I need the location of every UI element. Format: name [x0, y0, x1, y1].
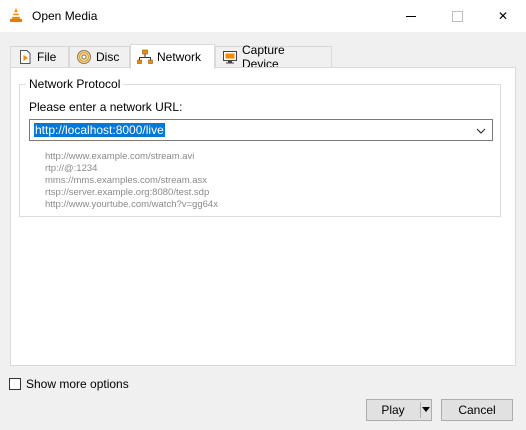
- example-url: http://www.yourtube.com/watch?v=gg64x: [45, 199, 218, 210]
- example-url: mms://mms.examples.com/stream.asx: [45, 175, 208, 186]
- example-url: rtsp://server.example.org:8080/test.sdp: [45, 187, 210, 198]
- cancel-button[interactable]: Cancel: [441, 399, 513, 421]
- minimize-button[interactable]: [388, 0, 434, 32]
- example-url: http://www.example.com/stream.avi: [45, 151, 195, 162]
- network-url-value[interactable]: http://localhost:8000/live: [34, 123, 165, 137]
- url-examples: http://www.example.com/stream.avi rtp://…: [45, 151, 218, 211]
- show-more-options-checkbox[interactable]: [9, 378, 21, 390]
- cancel-button-label[interactable]: Cancel: [458, 403, 495, 417]
- chevron-down-icon[interactable]: [476, 125, 486, 135]
- play-button[interactable]: Play: [366, 399, 432, 421]
- group-title: Network Protocol: [26, 77, 124, 91]
- capture-device-icon: [222, 49, 238, 65]
- title-bar: Open Media ✕: [0, 0, 526, 32]
- disc-icon: [76, 49, 92, 65]
- maximize-button[interactable]: [434, 0, 480, 32]
- vlc-cone-icon: [8, 7, 24, 23]
- show-more-options[interactable]: Show more options: [9, 377, 129, 391]
- network-icon: [137, 49, 153, 65]
- play-split-divider: [420, 402, 421, 418]
- play-button-label[interactable]: Play: [367, 400, 419, 420]
- play-dropdown-arrow-icon[interactable]: [422, 407, 430, 412]
- tab-capture-device[interactable]: Capture Device: [215, 43, 332, 71]
- file-icon: [17, 49, 33, 65]
- maximize-icon: [451, 10, 463, 22]
- example-url: rtp://@:1234: [45, 163, 98, 174]
- tab-disc[interactable]: Disc: [69, 46, 130, 67]
- tab-file[interactable]: File: [10, 46, 69, 67]
- window-title: Open Media: [32, 9, 98, 23]
- tab-network[interactable]: Network: [130, 44, 215, 69]
- close-icon: ✕: [497, 9, 509, 23]
- network-url-combobox[interactable]: http://localhost:8000/live: [29, 119, 493, 141]
- show-more-options-label[interactable]: Show more options: [26, 377, 129, 391]
- url-prompt-label: Please enter a network URL:: [29, 100, 183, 114]
- minimize-icon: [406, 15, 416, 17]
- close-button[interactable]: ✕: [480, 0, 526, 32]
